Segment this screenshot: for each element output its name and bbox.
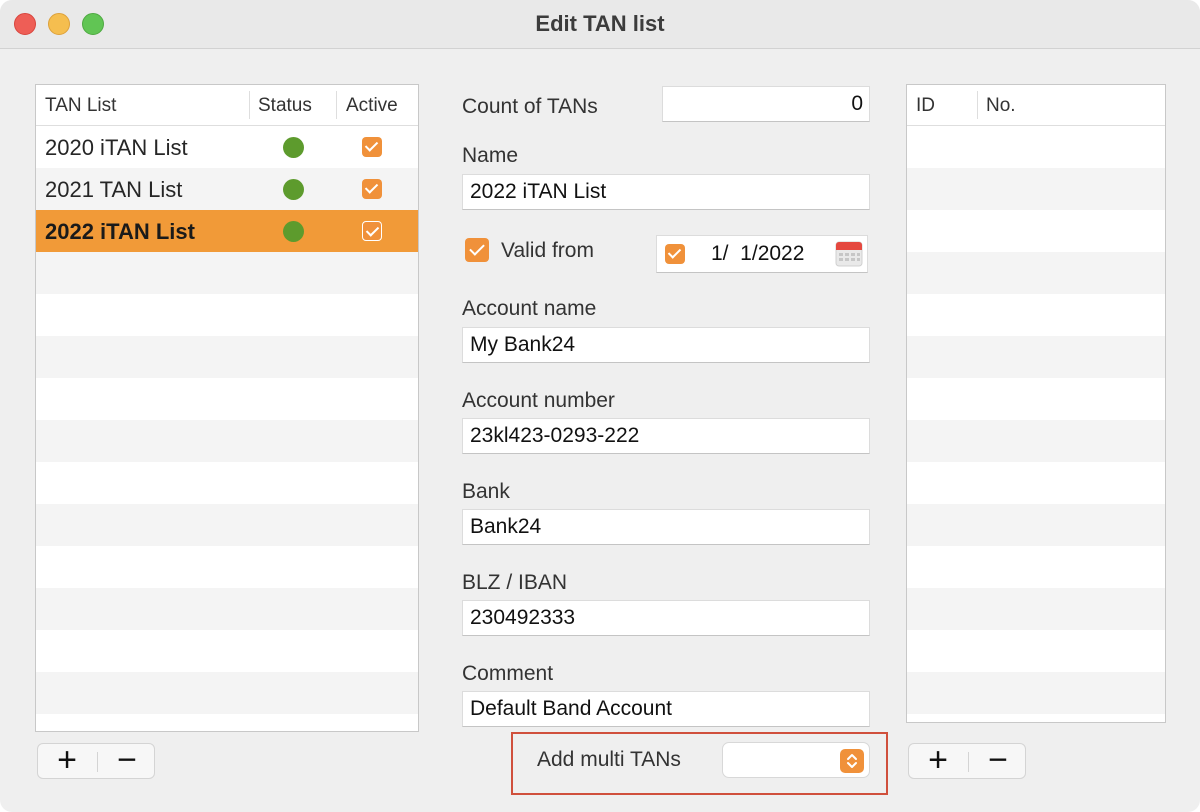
tan-list-rows: 2020 iTAN List 2021 TAN List 2022 iTAN L… <box>36 126 418 731</box>
count-of-tans-field: 0 <box>662 86 870 122</box>
tans-rows <box>907 126 1165 722</box>
table-row[interactable]: 2021 TAN List <box>36 168 418 210</box>
column-header-no[interactable]: No. <box>986 95 1016 117</box>
active-checkbox[interactable] <box>362 137 382 157</box>
blz-iban-input[interactable]: 230492333 <box>462 600 870 636</box>
add-multi-tans-label: Add multi TANs <box>537 748 681 771</box>
account-name-label: Account name <box>462 297 597 320</box>
tan-list-table-header: TAN List Status Active <box>36 85 418 126</box>
column-header-active[interactable]: Active <box>346 95 398 117</box>
status-indicator <box>283 179 304 200</box>
valid-from-checkbox[interactable] <box>465 238 489 262</box>
tans-table[interactable]: ID No. <box>906 84 1166 723</box>
column-header-tan-list[interactable]: TAN List <box>45 95 116 117</box>
active-checkbox[interactable] <box>362 221 382 241</box>
add-multi-tans-popup[interactable] <box>722 742 870 778</box>
remove-tan-button[interactable]: − <box>969 743 1027 778</box>
table-row[interactable]: 2020 iTAN List <box>36 126 418 168</box>
edit-tan-list-window: Edit TAN list TAN List Status Active 202… <box>0 0 1200 812</box>
status-indicator <box>283 137 304 158</box>
bank-input[interactable]: Bank24 <box>462 509 870 545</box>
valid-from-date-value[interactable]: 1/ 1/2022 <box>711 237 804 271</box>
account-number-label: Account number <box>462 389 615 412</box>
blz-iban-label: BLZ / IBAN <box>462 571 568 594</box>
column-header-id[interactable]: ID <box>916 95 935 117</box>
add-tan-list-button[interactable]: + <box>38 743 96 778</box>
calendar-icon[interactable] <box>835 239 863 267</box>
tan-list-table[interactable]: TAN List Status Active 2020 iTAN List 20… <box>35 84 419 732</box>
table-row-selected[interactable]: 2022 iTAN List <box>36 210 418 252</box>
valid-from-date-picker[interactable]: 1/ 1/2022 <box>656 235 868 273</box>
name-input[interactable]: 2022 iTAN List <box>462 174 870 210</box>
tan-list-name: 2021 TAN List <box>45 177 183 202</box>
status-indicator <box>283 221 304 242</box>
name-label: Name <box>462 144 519 167</box>
tan-list-name: 2020 iTAN List <box>45 135 188 160</box>
tans-add-remove-control: + − <box>908 743 1026 779</box>
count-of-tans-label: Count of TANs <box>462 95 598 118</box>
column-header-status[interactable]: Status <box>258 95 312 117</box>
comment-input[interactable]: Default Band Account <box>462 691 870 727</box>
comment-label: Comment <box>462 662 554 685</box>
tan-list-name: 2022 iTAN List <box>45 219 195 244</box>
account-name-input[interactable]: My Bank24 <box>462 327 870 363</box>
valid-from-label: Valid from <box>501 239 594 262</box>
account-number-input[interactable]: 23kl423-0293-222 <box>462 418 870 454</box>
popup-arrows-icon[interactable] <box>840 749 864 773</box>
tan-list-add-remove-control: + − <box>37 743 155 779</box>
add-tan-button[interactable]: + <box>909 743 967 778</box>
date-enabled-checkbox[interactable] <box>665 244 685 264</box>
bank-label: Bank <box>462 480 510 503</box>
active-checkbox[interactable] <box>362 179 382 199</box>
window-title: Edit TAN list <box>535 11 665 36</box>
remove-tan-list-button[interactable]: − <box>98 743 156 778</box>
tans-table-header: ID No. <box>907 85 1165 126</box>
title-bar: Edit TAN list <box>0 0 1200 49</box>
